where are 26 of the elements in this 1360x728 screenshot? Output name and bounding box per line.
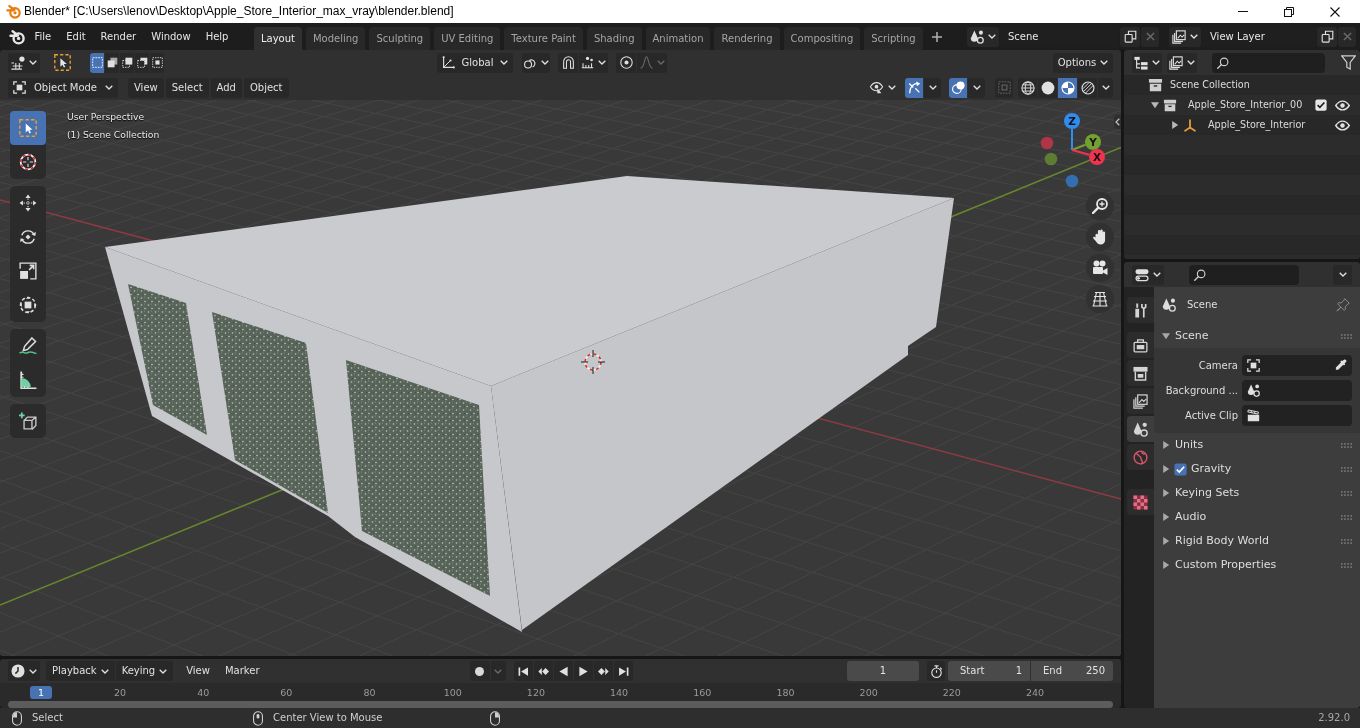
frame-number: 60 xyxy=(279,686,294,699)
frame-number: 20 xyxy=(112,686,128,699)
frame-number: 80 xyxy=(362,686,377,699)
frame-number: 160 xyxy=(692,686,713,699)
viewport-info-text: User Perspective xyxy=(67,110,146,124)
frame-number: 220 xyxy=(941,686,962,699)
window-title: Blender* [C:\Users\lenov\Desktop\Apple_Store_Interior_max_vray\blender.blend] xyxy=(24,4,454,19)
frame-number: 140 xyxy=(609,686,630,699)
frame-number: 200 xyxy=(858,686,879,699)
field-label: Background ... xyxy=(1164,384,1238,397)
field-label: Camera xyxy=(1197,359,1238,372)
field-label: End xyxy=(1043,665,1062,677)
frame-number: 120 xyxy=(525,686,546,699)
version-label: 2.92.0 xyxy=(1318,712,1350,724)
frame-number: 40 xyxy=(196,686,211,699)
field-value: 250 xyxy=(1085,665,1105,677)
field-label: Start xyxy=(960,665,985,677)
frame-number: 180 xyxy=(775,686,796,699)
status-hint: Center View to Mouse xyxy=(273,712,383,724)
viewport-info-text: (1) Scene Collection xyxy=(67,128,160,142)
field-label: Active Clip xyxy=(1184,409,1238,422)
context-label: Scene xyxy=(1187,299,1218,311)
field-value: 1 xyxy=(1015,665,1022,677)
frame-number: 240 xyxy=(1024,686,1046,699)
frame-number: 100 xyxy=(442,686,463,699)
status-hint: Select xyxy=(32,712,63,724)
